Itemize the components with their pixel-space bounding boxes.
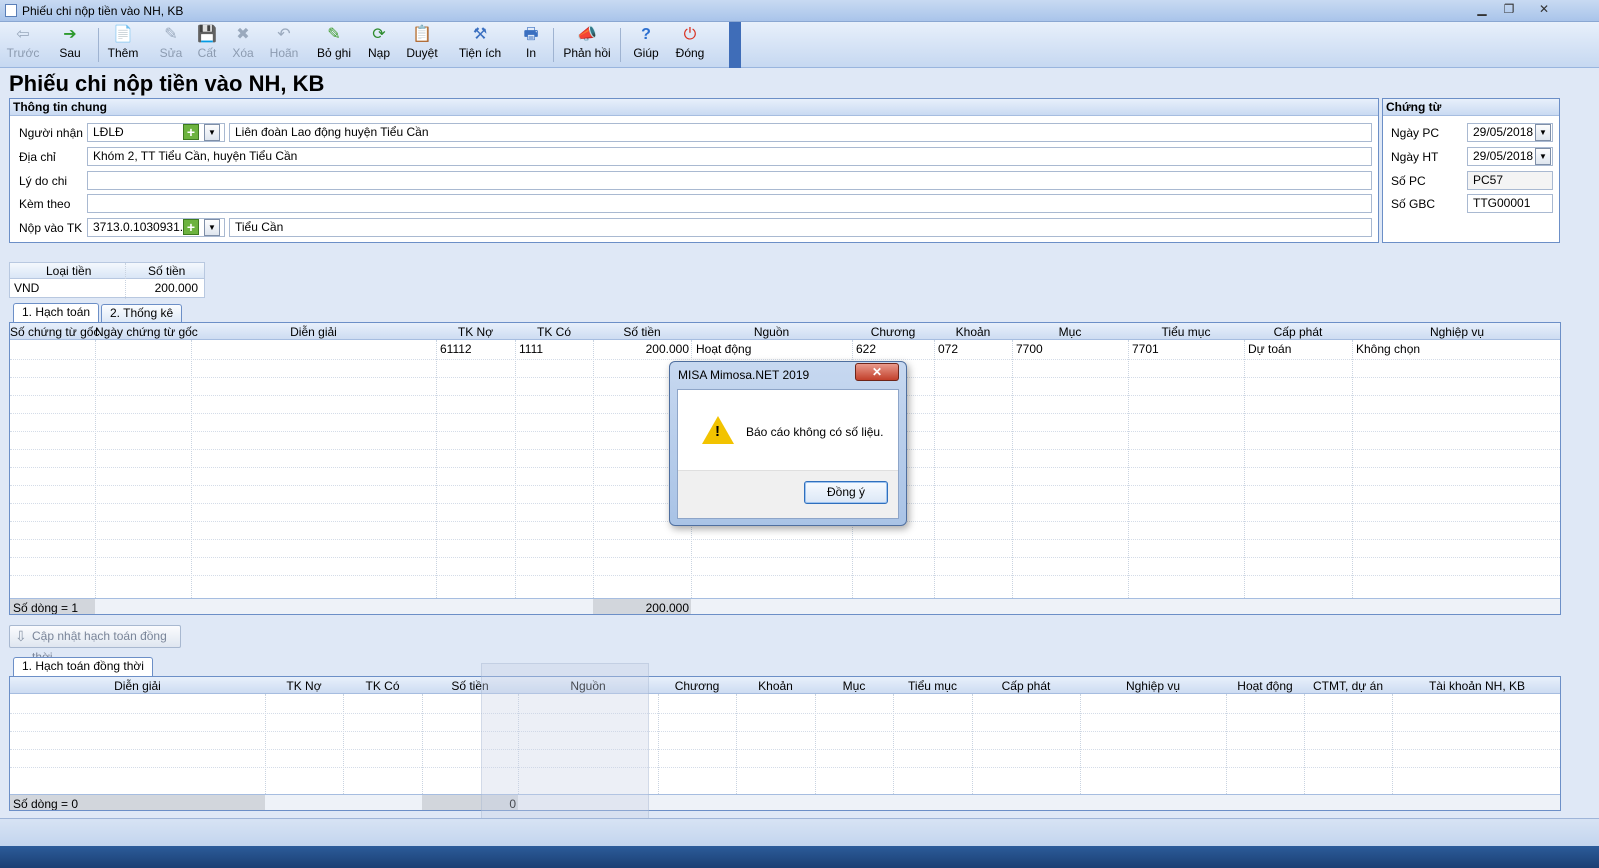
window-title: Phiếu chi nộp tiền vào NH, KB (22, 4, 184, 18)
delete-icon: ✖ (236, 26, 250, 43)
load-button[interactable]: ⟳ Nạp (364, 24, 394, 66)
taskbar (0, 846, 1599, 868)
edit-button[interactable]: ✎ Sửa (156, 24, 186, 66)
page-title: Phiếu chi nộp tiền vào NH, KB (9, 71, 325, 96)
recipient-name-field[interactable]: Liên đoàn Lao động huyện Tiểu Cần (229, 123, 1372, 142)
row-count: Số dòng = 1 (13, 601, 79, 615)
update-concurrent-button[interactable]: ⇩ Cập nhật hạch toán đồng thời (9, 625, 181, 664)
dialog-close-button[interactable]: ✕ (855, 363, 899, 381)
ok-button[interactable]: Đồng ý (804, 481, 888, 504)
help-icon: ? (641, 26, 651, 43)
currency-amount-cell[interactable]: 200.000 (155, 281, 198, 295)
toolbar: ⇦ Trước ➔ Sau 📄 Thêm ✎ Sửa 💾 Cất ✖ Xóa ↶ Hoãn ✎… (0, 22, 1599, 68)
account-name-field[interactable]: Tiểu Cần (229, 218, 1372, 237)
window-close-button[interactable]: ✕ (1532, 2, 1556, 18)
add-account-icon[interactable]: + (183, 219, 199, 235)
so-gbc-label: Số GBC (1391, 197, 1436, 211)
concurrent-grid: Diễn giải TK Nợ TK Có Số tiền Nguồn Chươ… (9, 676, 1561, 811)
so-gbc-field[interactable]: TTG00001 (1467, 194, 1553, 213)
address-label: Địa chỉ (19, 150, 56, 164)
date-pc-label: Ngày PC (1391, 126, 1440, 140)
so-pc-label: Số PC (1391, 174, 1426, 188)
save-icon: 💾 (197, 26, 217, 43)
so-pc-field[interactable]: PC57 (1467, 171, 1553, 190)
feedback-button[interactable]: 📣 Phản hồi (560, 24, 614, 66)
voucher-header: Chứng từ (1383, 99, 1559, 116)
accounting-grid-footer: Số dòng = 1 200.000 (10, 598, 1560, 615)
tab-hach-toan-dong-thoi[interactable]: 1. Hạch toán đồng thời (13, 657, 153, 677)
date-ht-label: Ngày HT (1391, 150, 1439, 164)
date-ht-dropdown-icon[interactable]: ▼ (1535, 148, 1551, 165)
general-info-header: Thông tin chung (10, 99, 1378, 116)
minimize-button[interactable]: ▁ (1470, 2, 1494, 18)
recipient-dropdown-icon[interactable]: ▼ (204, 124, 220, 141)
dialog-title: MISA Mimosa.NET 2019 (678, 368, 810, 382)
concurrent-grid-header: Diễn giải TK Nợ TK Có Số tiền Nguồn Chươ… (10, 677, 1560, 694)
accounting-grid-header: Số chứng từ gốc Ngày chứng từ gốc Diễn g… (10, 323, 1560, 340)
arrow-right-icon: ➔ (63, 26, 77, 43)
concurrent-grid-footer: Số dòng = 0 0 (10, 794, 1560, 811)
concurrent-row-count: Số dòng = 0 (13, 797, 79, 811)
cut-button[interactable]: 💾 Cất (192, 24, 222, 66)
unpost-button[interactable]: ✎ Bỏ ghi (312, 24, 356, 66)
tab-hach-toan[interactable]: 1. Hạch toán (13, 303, 100, 323)
refresh-icon: ⟳ (372, 26, 386, 43)
currency-type-header: Loại tiền (46, 264, 92, 278)
voucher-panel: Chứng từ Ngày PC 29/05/2018 ▼ Ngày HT 29… (1382, 98, 1560, 243)
warning-icon: ! (702, 416, 734, 444)
attached-label: Kèm theo (19, 197, 71, 211)
close-form-button[interactable]: ⏻ Đóng (672, 24, 708, 66)
attached-field[interactable] (87, 194, 1372, 213)
reason-label: Lý do chi (19, 174, 68, 188)
arrow-left-icon: ⇦ (16, 26, 30, 43)
app-icon (5, 4, 17, 17)
currency-table: Loại tiền Số tiền VND 200.000 (9, 262, 205, 299)
recipient-label: Người nhận (19, 126, 83, 140)
help-button[interactable]: ? Giúp (628, 24, 664, 66)
next-button[interactable]: ➔ Sau (52, 24, 88, 66)
edit-icon: ✎ (164, 26, 178, 43)
unpost-icon: ✎ (327, 26, 341, 43)
dialog-message: Báo cáo không có số liệu. (746, 425, 884, 439)
prev-button[interactable]: ⇦ Trước (4, 24, 42, 66)
approve-icon: 📋 (412, 26, 432, 43)
account-label: Nộp vào TK (19, 221, 83, 235)
maximize-button[interactable]: ❐ (1497, 2, 1521, 18)
tab-thong-ke[interactable]: 2. Thống kê (101, 304, 183, 323)
undo-button[interactable]: ↶ Hoãn (266, 24, 302, 66)
title-bar: Phiếu chi nộp tiền vào NH, KB ▁ ❐ ✕ (0, 0, 1599, 22)
power-icon: ⏻ (683, 26, 697, 43)
total-amount: 200.000 (645, 601, 689, 615)
print-button[interactable]: 🖶 In (516, 24, 546, 66)
date-pc-dropdown-icon[interactable]: ▼ (1535, 124, 1551, 141)
megaphone-icon: 📣 (577, 26, 597, 43)
account-dropdown-icon[interactable]: ▼ (204, 219, 220, 236)
toolbar-grip[interactable] (729, 22, 741, 68)
utilities-button[interactable]: ⚒ Tiện ích (450, 24, 510, 66)
currency-amount-header: Số tiền (148, 264, 186, 278)
status-bar (0, 818, 1599, 846)
delete-button[interactable]: ✖ Xóa (228, 24, 258, 66)
message-dialog: MISA Mimosa.NET 2019 ✕ ! Báo cáo không c… (669, 361, 907, 526)
print-icon: 🖶 (523, 26, 539, 43)
ghost-window-overlay (481, 663, 649, 828)
add-recipient-icon[interactable]: + (183, 124, 199, 140)
tools-icon: ⚒ (472, 26, 488, 43)
reason-field[interactable] (87, 171, 1372, 190)
add-button[interactable]: 📄 Thêm (102, 24, 144, 66)
arrow-down-icon: ⇩ (15, 628, 27, 644)
currency-type-cell[interactable]: VND (14, 281, 39, 295)
approve-button[interactable]: 📋 Duyệt (404, 24, 440, 66)
general-info-panel: Thông tin chung Người nhận LĐLĐ + ▼ Liên… (9, 98, 1379, 243)
undo-icon: ↶ (277, 26, 291, 43)
new-document-icon: 📄 (113, 26, 133, 43)
address-field[interactable]: Khóm 2, TT Tiểu Cần, huyện Tiểu Cần (87, 147, 1372, 166)
